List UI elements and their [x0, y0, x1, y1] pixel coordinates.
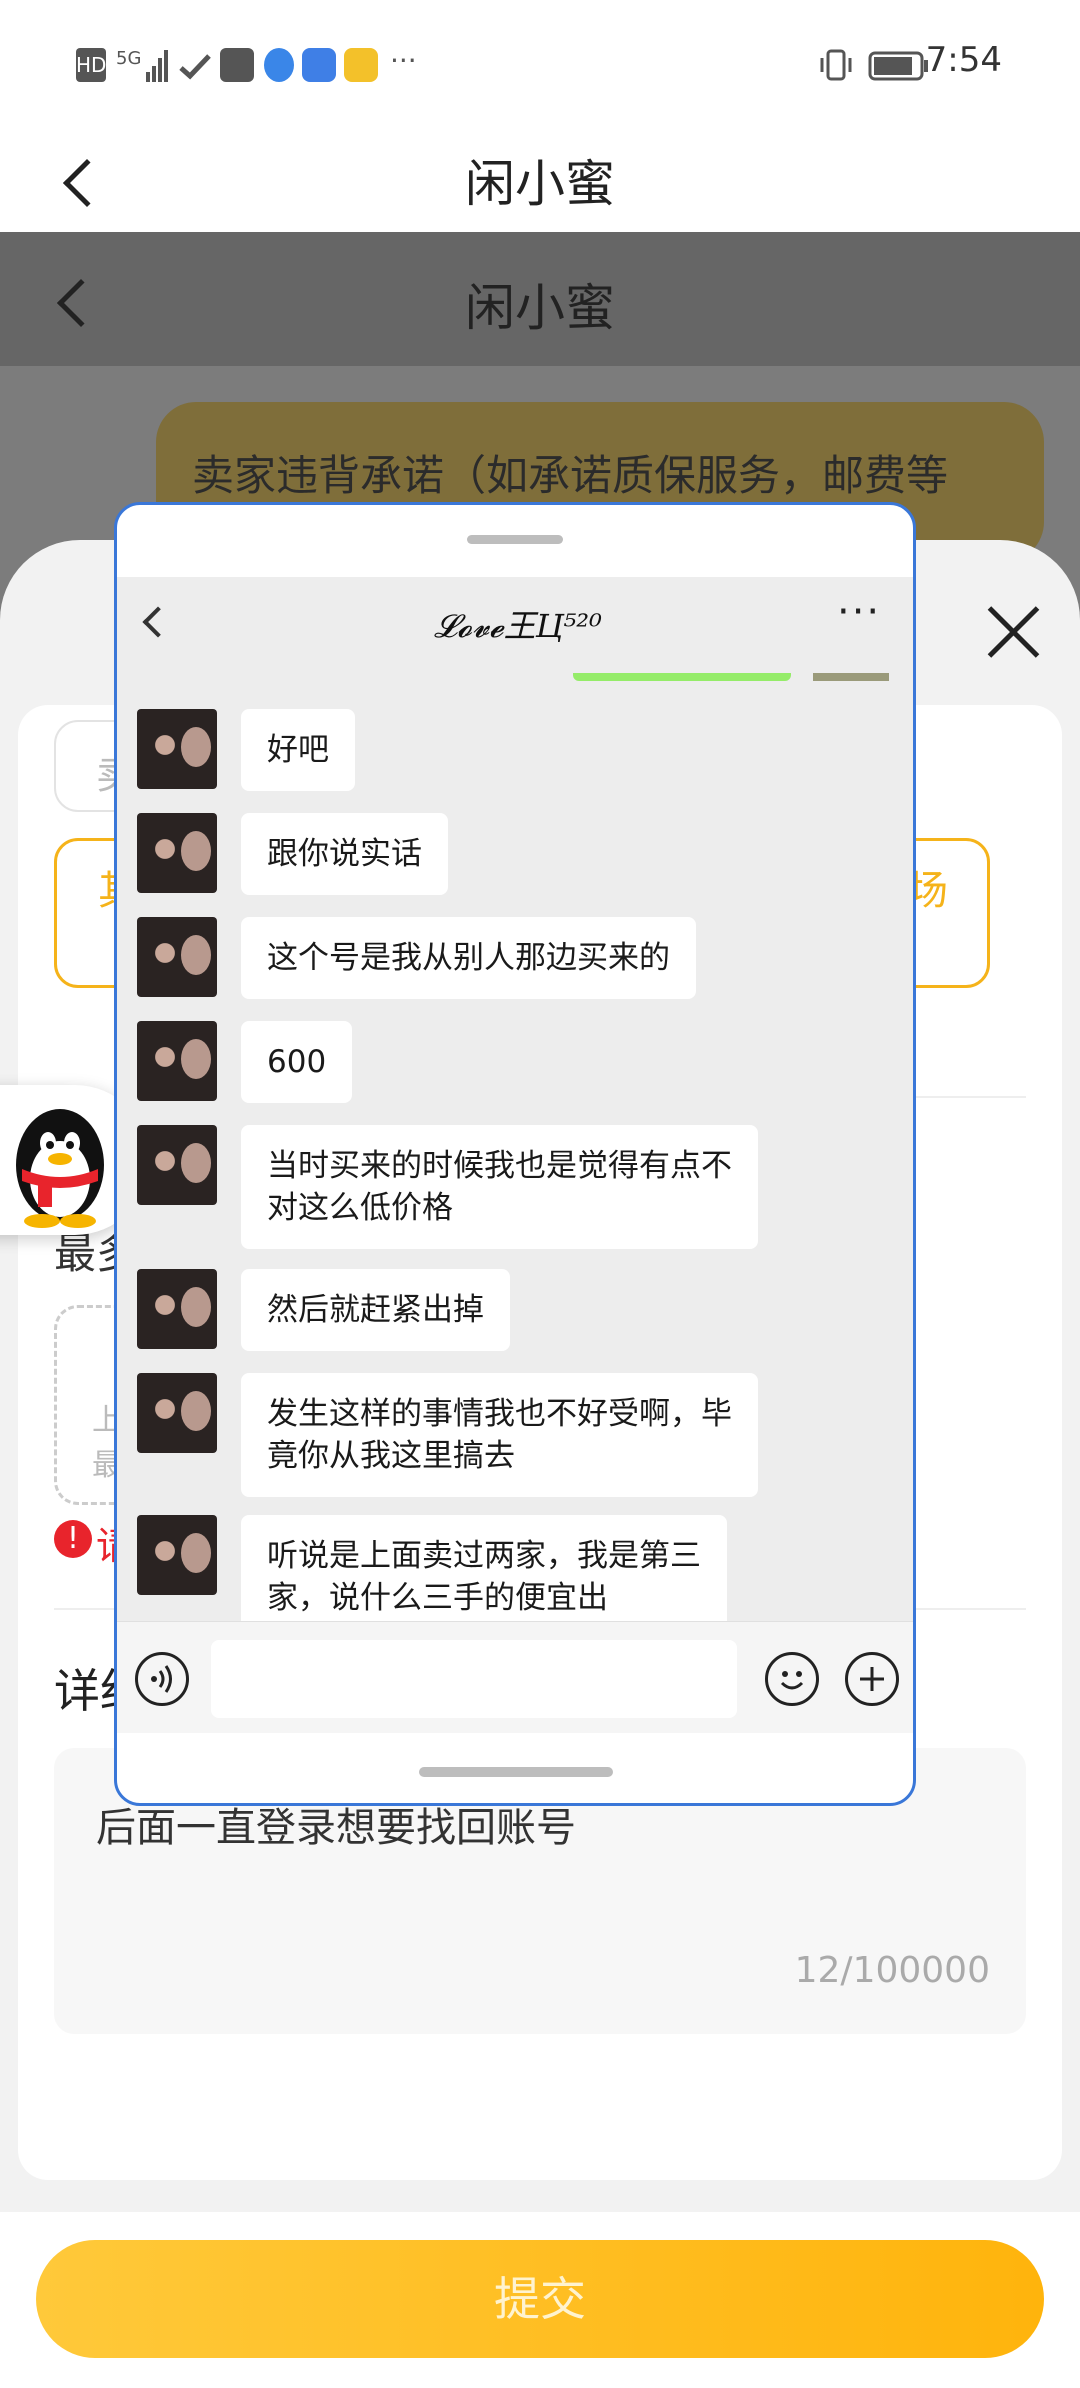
- contact-avatar[interactable]: [137, 1515, 217, 1595]
- status-bar: HD 5G ··· 7:54: [0, 0, 1080, 120]
- message-bubble[interactable]: 跟你说实话: [241, 813, 448, 895]
- contact-avatar[interactable]: [137, 1373, 217, 1453]
- status-time: 7:54: [925, 40, 1002, 80]
- chat-title: 𝓛𝓸𝓿𝓮王Ц⁵²⁰: [434, 607, 602, 645]
- chat-floating-window[interactable]: 𝓛𝓸𝓿𝓮王Ц⁵²⁰ ··· 好吧 跟你说实话 这个号是我从别人那边买来的 600…: [114, 502, 916, 1806]
- app-notification-icon: [178, 48, 212, 82]
- plus-icon[interactable]: [845, 1652, 899, 1706]
- chat-message-list[interactable]: 好吧 跟你说实话 这个号是我从别人那边买来的 600 当时买来的时候我也是觉得有…: [117, 673, 913, 1621]
- detail-char-count: 12/100000: [794, 1950, 990, 1991]
- message-bubble[interactable]: 听说是上面卖过两家，我是第三 家，说什么三手的便宜出: [241, 1515, 727, 1621]
- message-bubble[interactable]: 发生这样的事情我也不好受啊，毕 竟你从我这里搞去: [241, 1373, 758, 1497]
- message-bubble[interactable]: 好吧: [241, 709, 355, 791]
- page-title: 闲小蜜: [465, 155, 615, 213]
- vibrate-icon: [818, 48, 854, 82]
- contact-avatar[interactable]: [137, 1269, 217, 1349]
- dimmed-title: 闲小蜜: [465, 279, 615, 337]
- mail-notification-icon: [344, 48, 378, 82]
- chat-input-bar: [117, 1621, 913, 1733]
- contact-avatar[interactable]: [137, 1125, 217, 1205]
- previous-sent-avatar: [813, 673, 889, 681]
- warning-icon: !: [54, 1520, 92, 1558]
- contact-avatar[interactable]: [137, 1021, 217, 1101]
- voice-icon[interactable]: [135, 1652, 189, 1706]
- message-bubble[interactable]: 然后就赶紧出掉: [241, 1269, 510, 1351]
- battery-icon: [868, 48, 930, 82]
- message-bubble[interactable]: 600: [241, 1021, 353, 1103]
- hd-icon: HD: [76, 48, 106, 82]
- browser-notification-icon: [264, 48, 294, 82]
- more-notifications-icon: ···: [390, 44, 417, 77]
- dimmed-header: 闲小蜜: [0, 232, 1080, 366]
- top-header: 闲小蜜: [0, 120, 1080, 232]
- more-icon[interactable]: ···: [837, 589, 881, 635]
- app-blue-notification-icon: [302, 48, 336, 82]
- window-drag-handle-top[interactable]: [467, 535, 563, 544]
- submit-button[interactable]: 提交: [36, 2240, 1044, 2358]
- message-bubble[interactable]: 当时买来的时候我也是觉得有点不 对这么低价格: [241, 1125, 758, 1249]
- contact-avatar[interactable]: [137, 813, 217, 893]
- close-icon[interactable]: [985, 604, 1041, 660]
- signal-bars-icon: [146, 48, 168, 82]
- contact-avatar[interactable]: [137, 709, 217, 789]
- chat-titlebar: 𝓛𝓸𝓿𝓮王Ц⁵²⁰ ···: [117, 577, 913, 673]
- window-drag-handle-bottom[interactable]: [419, 1767, 613, 1777]
- emoji-icon[interactable]: [765, 1652, 819, 1706]
- contact-avatar[interactable]: [137, 917, 217, 997]
- previous-sent-bubble: [573, 673, 791, 681]
- message-bubble[interactable]: 这个号是我从别人那边买来的: [241, 917, 696, 999]
- chat-text-input[interactable]: [211, 1640, 737, 1718]
- bag-notification-icon: [220, 48, 254, 82]
